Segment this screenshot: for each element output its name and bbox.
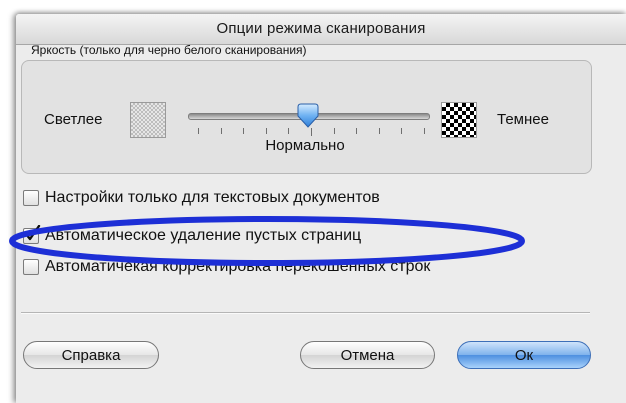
slider-knob[interactable]: [295, 103, 321, 129]
checkbox-remove-blank-pages[interactable]: [23, 225, 41, 244]
slider-tick: [266, 128, 267, 134]
option-deskew-label: Автоматичекая корректировка перекошенных…: [45, 258, 431, 275]
option-text-only[interactable]: Настройки только для текстовых документо…: [23, 188, 380, 208]
slider-tick: [198, 128, 199, 134]
slider-tick: [401, 128, 402, 134]
help-button[interactable]: Справка: [23, 341, 159, 369]
slider-tick: [424, 128, 425, 134]
slider-tick: [311, 128, 312, 136]
option-remove-blank-pages[interactable]: Автоматическое удаление пустых страниц: [23, 225, 362, 246]
lighter-label: Светлее: [44, 111, 103, 128]
slider-tick: [221, 128, 222, 134]
ok-button[interactable]: Ок: [457, 341, 591, 369]
option-text-only-label: Настройки только для текстовых документо…: [45, 189, 380, 206]
light-pattern-icon: [130, 102, 166, 138]
divider: [21, 312, 590, 314]
slider-tick: [379, 128, 380, 134]
checkbox-text-only[interactable]: [23, 190, 39, 206]
slider-tick: [334, 128, 335, 134]
checkmark-icon: [24, 225, 41, 241]
option-deskew[interactable]: Автоматичекая корректировка перекошенных…: [23, 257, 430, 277]
darker-label: Темнее: [497, 111, 549, 128]
option-remove-blank-pages-label: Автоматическое удаление пустых страниц: [45, 227, 362, 244]
cancel-button[interactable]: Отмена: [300, 341, 435, 369]
dialog-title: Опции режима сканирования: [216, 20, 426, 37]
slider-tick: [243, 128, 244, 134]
dark-pattern-icon: [441, 102, 477, 138]
checkbox-deskew[interactable]: [23, 259, 39, 275]
brightness-group-label: Яркость (только для черно белого сканиро…: [31, 43, 307, 57]
slider-tick: [356, 128, 357, 134]
brightness-slider[interactable]: [184, 100, 434, 140]
slider-value-label: Нормально: [265, 137, 345, 154]
title-bar: Опции режима сканирования: [16, 14, 626, 45]
slider-ticks: [198, 128, 425, 136]
slider-tick: [288, 128, 289, 134]
